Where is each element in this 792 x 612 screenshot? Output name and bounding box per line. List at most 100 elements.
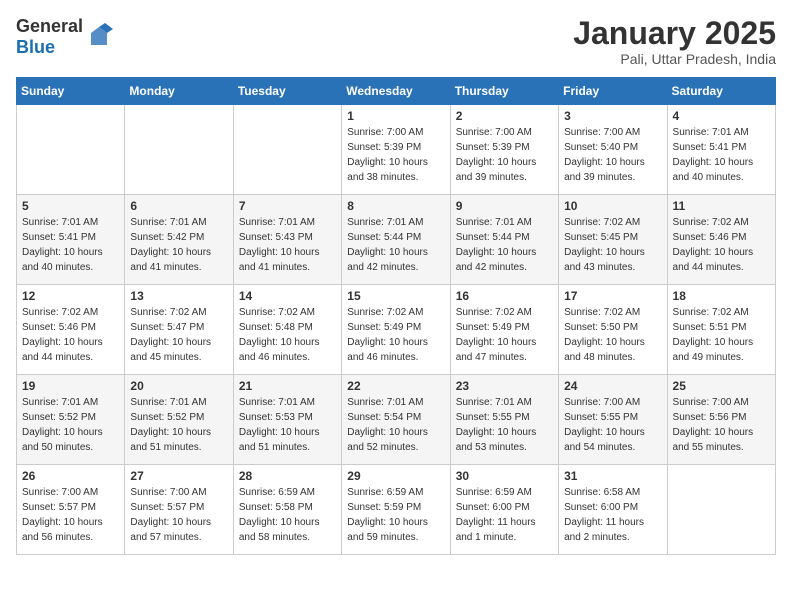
day-number: 2 [456, 109, 553, 123]
calendar-cell: 21 Sunrise: 7:01 AM Sunset: 5:53 PM Dayli… [233, 375, 341, 465]
calendar-cell: 11Sunrise: 7:02 AM Sunset: 5:46 PM Dayli… [667, 195, 775, 285]
day-number: 5 [22, 199, 119, 213]
calendar-cell: 28 Sunrise: 6:59 AM Sunset: 5:58 PM Dayli… [233, 465, 341, 555]
day-info: Sunrise: 7:02 AM Sunset: 5:48 PM Dayligh… [239, 305, 336, 365]
calendar-cell: 26 Sunrise: 7:00 AM Sunset: 5:57 PM Dayli… [17, 465, 125, 555]
day-info: Sunrise: 7:01 AM Sunset: 5:52 PM Dayligh… [130, 395, 227, 455]
day-info: Sunrise: 7:01 AM Sunset: 5:43 PM Dayligh… [239, 215, 336, 275]
calendar-cell: 9 Sunrise: 7:01 AM Sunset: 5:44 PM Daylig… [450, 195, 558, 285]
day-number: 6 [130, 199, 227, 213]
calendar-table: SundayMondayTuesdayWednesdayThursdayFrid… [16, 77, 776, 555]
day-number: 30 [456, 469, 553, 483]
day-number: 28 [239, 469, 336, 483]
calendar-cell: 12Sunrise: 7:02 AM Sunset: 5:46 PM Dayli… [17, 285, 125, 375]
calendar-week-row: 5 Sunrise: 7:01 AM Sunset: 5:41 PM Daylig… [17, 195, 776, 285]
day-number: 15 [347, 289, 444, 303]
day-number: 25 [673, 379, 770, 393]
day-number: 10 [564, 199, 661, 213]
weekday-header-friday: Friday [559, 78, 667, 105]
calendar-week-row: 26 Sunrise: 7:00 AM Sunset: 5:57 PM Dayli… [17, 465, 776, 555]
day-number: 14 [239, 289, 336, 303]
day-info: Sunrise: 7:01 AM Sunset: 5:54 PM Dayligh… [347, 395, 444, 455]
day-number: 21 [239, 379, 336, 393]
month-title: January 2025 [573, 16, 776, 51]
day-info: Sunrise: 7:01 AM Sunset: 5:53 PM Dayligh… [239, 395, 336, 455]
day-number: 9 [456, 199, 553, 213]
calendar-cell: 27Sunrise: 7:00 AM Sunset: 5:57 PM Dayli… [125, 465, 233, 555]
day-number: 29 [347, 469, 444, 483]
day-info: Sunrise: 7:00 AM Sunset: 5:56 PM Dayligh… [673, 395, 770, 455]
calendar-cell: 29Sunrise: 6:59 AM Sunset: 5:59 PM Dayli… [342, 465, 450, 555]
calendar-cell: 25 Sunrise: 7:00 AM Sunset: 5:56 PM Dayli… [667, 375, 775, 465]
calendar-cell [667, 465, 775, 555]
weekday-header-row: SundayMondayTuesdayWednesdayThursdayFrid… [17, 78, 776, 105]
day-info: Sunrise: 7:02 AM Sunset: 5:46 PM Dayligh… [673, 215, 770, 275]
weekday-header-tuesday: Tuesday [233, 78, 341, 105]
page-header: General Blue January 2025 Pali, Uttar Pr… [16, 16, 776, 67]
calendar-cell: 2 Sunrise: 7:00 AM Sunset: 5:39 PM Daylig… [450, 105, 558, 195]
day-number: 17 [564, 289, 661, 303]
logo-text: General Blue [16, 16, 83, 58]
day-info: Sunrise: 6:59 AM Sunset: 6:00 PM Dayligh… [456, 485, 553, 545]
logo-general: General [16, 16, 83, 36]
calendar-cell: 1 Sunrise: 7:00 AM Sunset: 5:39 PM Daylig… [342, 105, 450, 195]
day-info: Sunrise: 7:01 AM Sunset: 5:52 PM Dayligh… [22, 395, 119, 455]
calendar-cell: 17 Sunrise: 7:02 AM Sunset: 5:50 PM Dayli… [559, 285, 667, 375]
day-number: 18 [673, 289, 770, 303]
day-info: Sunrise: 7:02 AM Sunset: 5:51 PM Dayligh… [673, 305, 770, 365]
calendar-week-row: 12Sunrise: 7:02 AM Sunset: 5:46 PM Dayli… [17, 285, 776, 375]
day-number: 31 [564, 469, 661, 483]
day-number: 27 [130, 469, 227, 483]
calendar-cell: 14 Sunrise: 7:02 AM Sunset: 5:48 PM Dayli… [233, 285, 341, 375]
calendar-cell [17, 105, 125, 195]
day-info: Sunrise: 7:02 AM Sunset: 5:49 PM Dayligh… [456, 305, 553, 365]
calendar-cell: 3Sunrise: 7:00 AM Sunset: 5:40 PM Daylig… [559, 105, 667, 195]
day-number: 3 [564, 109, 661, 123]
calendar-cell: 20 Sunrise: 7:01 AM Sunset: 5:52 PM Dayli… [125, 375, 233, 465]
day-info: Sunrise: 6:58 AM Sunset: 6:00 PM Dayligh… [564, 485, 661, 545]
day-info: Sunrise: 7:01 AM Sunset: 5:44 PM Dayligh… [456, 215, 553, 275]
day-info: Sunrise: 7:02 AM Sunset: 5:50 PM Dayligh… [564, 305, 661, 365]
day-info: Sunrise: 7:02 AM Sunset: 5:47 PM Dayligh… [130, 305, 227, 365]
calendar-cell [125, 105, 233, 195]
weekday-header-wednesday: Wednesday [342, 78, 450, 105]
calendar-cell: 18 Sunrise: 7:02 AM Sunset: 5:51 PM Dayli… [667, 285, 775, 375]
calendar-cell: 8Sunrise: 7:01 AM Sunset: 5:44 PM Daylig… [342, 195, 450, 285]
weekday-header-sunday: Sunday [17, 78, 125, 105]
day-info: Sunrise: 7:00 AM Sunset: 5:39 PM Dayligh… [347, 125, 444, 185]
calendar-cell: 31 Sunrise: 6:58 AM Sunset: 6:00 PM Dayli… [559, 465, 667, 555]
day-number: 26 [22, 469, 119, 483]
calendar-cell: 24 Sunrise: 7:00 AM Sunset: 5:55 PM Dayli… [559, 375, 667, 465]
day-number: 24 [564, 379, 661, 393]
calendar-cell: 16 Sunrise: 7:02 AM Sunset: 5:49 PM Dayli… [450, 285, 558, 375]
calendar-cell: 13Sunrise: 7:02 AM Sunset: 5:47 PM Dayli… [125, 285, 233, 375]
calendar-cell: 7 Sunrise: 7:01 AM Sunset: 5:43 PM Daylig… [233, 195, 341, 285]
location-subtitle: Pali, Uttar Pradesh, India [573, 51, 776, 67]
day-info: Sunrise: 7:01 AM Sunset: 5:41 PM Dayligh… [22, 215, 119, 275]
logo: General Blue [16, 16, 113, 58]
day-info: Sunrise: 6:59 AM Sunset: 5:58 PM Dayligh… [239, 485, 336, 545]
weekday-header-monday: Monday [125, 78, 233, 105]
calendar-cell [233, 105, 341, 195]
day-number: 22 [347, 379, 444, 393]
day-number: 1 [347, 109, 444, 123]
day-number: 8 [347, 199, 444, 213]
calendar-cell: 23Sunrise: 7:01 AM Sunset: 5:55 PM Dayli… [450, 375, 558, 465]
day-info: Sunrise: 7:02 AM Sunset: 5:46 PM Dayligh… [22, 305, 119, 365]
day-number: 4 [673, 109, 770, 123]
calendar-cell: 10Sunrise: 7:02 AM Sunset: 5:45 PM Dayli… [559, 195, 667, 285]
day-number: 20 [130, 379, 227, 393]
day-info: Sunrise: 7:00 AM Sunset: 5:57 PM Dayligh… [22, 485, 119, 545]
calendar-cell: 30 Sunrise: 6:59 AM Sunset: 6:00 PM Dayli… [450, 465, 558, 555]
day-info: Sunrise: 7:00 AM Sunset: 5:55 PM Dayligh… [564, 395, 661, 455]
day-info: Sunrise: 7:00 AM Sunset: 5:39 PM Dayligh… [456, 125, 553, 185]
logo-icon [85, 23, 113, 51]
calendar-cell: 19Sunrise: 7:01 AM Sunset: 5:52 PM Dayli… [17, 375, 125, 465]
logo-blue: Blue [16, 37, 55, 57]
calendar-cell: 6Sunrise: 7:01 AM Sunset: 5:42 PM Daylig… [125, 195, 233, 285]
day-number: 16 [456, 289, 553, 303]
day-number: 7 [239, 199, 336, 213]
calendar-cell: 22 Sunrise: 7:01 AM Sunset: 5:54 PM Dayli… [342, 375, 450, 465]
calendar-week-row: 19Sunrise: 7:01 AM Sunset: 5:52 PM Dayli… [17, 375, 776, 465]
calendar-cell: 15Sunrise: 7:02 AM Sunset: 5:49 PM Dayli… [342, 285, 450, 375]
